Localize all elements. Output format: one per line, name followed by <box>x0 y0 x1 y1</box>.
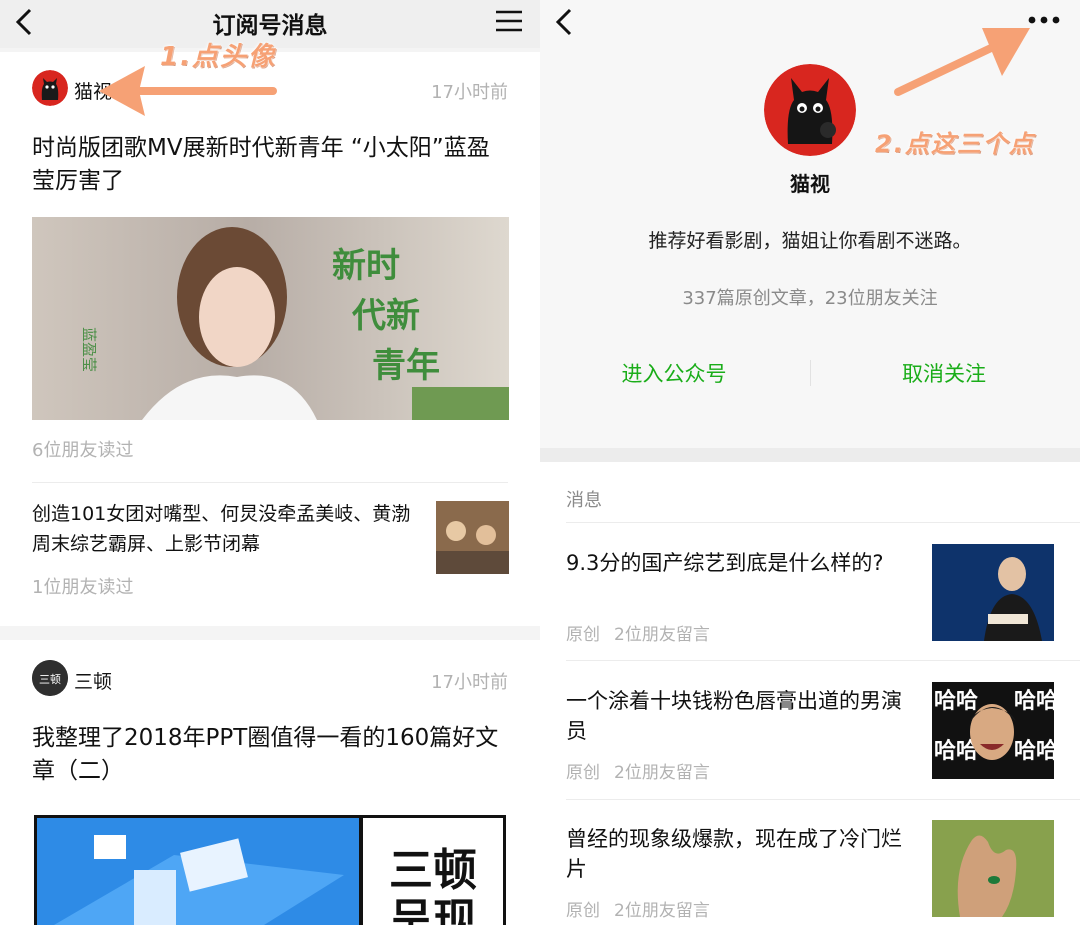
divider <box>566 660 1080 661</box>
svg-text:青年: 青年 <box>372 346 440 386</box>
divider <box>566 522 1080 523</box>
message-thumbnail[interactable]: 哈哈 哈哈 哈哈 哈哈 <box>932 682 1054 779</box>
original-tag: 原创 <box>566 901 600 921</box>
message-meta: 原创 2位朋友留言 <box>566 758 724 783</box>
post-time: 17小时前 <box>431 672 508 693</box>
article-cover-image[interactable]: 新时 代新 青年 蓝盈莹 <box>32 217 509 420</box>
action-separator <box>810 360 811 386</box>
page-title: 订阅号消息 <box>212 13 328 39</box>
account-stats: 337篇原创文章，23位朋友关注 <box>682 288 938 309</box>
sub-article-title[interactable]: 创造101女团对嘴型、何炅没牵孟美岐、黄渤周末综艺霸屏、上影节闭幕 <box>32 499 412 559</box>
article-headline[interactable]: 时尚版团歌MV展新时代新青年 “小太阳”蓝盈莹厉害了 <box>32 132 512 198</box>
divider <box>32 482 508 483</box>
account-name[interactable]: 三顿 <box>74 667 112 694</box>
menu-icon[interactable] <box>494 8 524 34</box>
message-card-sandun: 三顿 三顿 17小时前 我整理了2018年PPT圈值得一看的160篇好文章（二）… <box>0 640 540 925</box>
account-name: 猫视 <box>790 172 830 196</box>
cover-overlay-text: 新时 <box>332 246 400 286</box>
message-meta: 原创 2位朋友留言 <box>566 620 724 645</box>
comment-count: 2位朋友留言 <box>614 763 710 783</box>
cover-brand-text-2: 呈现 <box>389 895 477 925</box>
avatar-text: 三顿 <box>39 672 61 686</box>
messages-section-label: 消息 <box>566 490 602 511</box>
profile-avatar <box>764 64 856 156</box>
sub-read-count: 1位朋友读过 <box>32 577 134 598</box>
annotation-arrow-2 <box>894 28 1030 96</box>
account-avatar[interactable]: 三顿 <box>32 660 68 696</box>
divider <box>566 799 1080 800</box>
account-description: 推荐好看影剧，猫姐让你看剧不迷路。 <box>648 230 972 252</box>
comment-count: 2位朋友留言 <box>614 901 710 921</box>
thumb-text-right: 哈哈 <box>1014 688 1054 714</box>
back-icon[interactable] <box>548 4 584 40</box>
message-title[interactable]: 曾经的现象级爆款，现在成了冷门烂片 <box>566 824 916 884</box>
annotation-step-1: 1.点头像 <box>160 42 276 72</box>
thumb-text-left: 哈哈 <box>934 688 978 714</box>
original-tag: 原创 <box>566 763 600 783</box>
sub-article-thumbnail[interactable] <box>436 501 509 574</box>
enter-account-button[interactable]: 进入公众号 <box>574 358 774 388</box>
message-card-maoshi: 猫视 17小时前 时尚版团歌MV展新时代新青年 “小太阳”蓝盈莹厉害了 新时 代… <box>0 52 540 626</box>
message-meta: 原创 2位朋友留言 <box>566 896 724 921</box>
section-gap <box>540 448 1080 462</box>
annotation-step-2: 2.点这三个点 <box>875 130 1035 158</box>
account-avatar[interactable] <box>32 70 68 106</box>
cover-side-text: 蓝盈莹 <box>80 327 98 372</box>
article-headline[interactable]: 我整理了2018年PPT圈值得一看的160篇好文章（二） <box>32 722 512 788</box>
thumb-text-left-2: 哈哈 <box>934 738 978 764</box>
cover-brand-text: 三顿 <box>389 845 477 896</box>
thumb-text-right-2: 哈哈 <box>1014 738 1054 764</box>
account-row: 三顿 三顿 17小时前 <box>32 658 508 698</box>
message-thumbnail[interactable] <box>932 820 1054 917</box>
subscription-messages-screen: 订阅号消息 猫视 17小时前 时尚版团歌MV展新时代新青年 “小太阳”蓝盈莹厉害… <box>0 0 540 925</box>
post-time: 17小时前 <box>431 82 508 103</box>
original-tag: 原创 <box>566 625 600 645</box>
comment-count: 2位朋友留言 <box>614 625 710 645</box>
read-count: 6位朋友读过 <box>32 440 134 461</box>
message-title[interactable]: 一个涂着十块钱粉色唇膏出道的男演员 <box>566 686 916 746</box>
article-cover-image[interactable]: 三顿 呈现 <box>34 815 506 925</box>
message-thumbnail[interactable] <box>932 544 1054 641</box>
svg-text:代新: 代新 <box>351 296 420 336</box>
unfollow-button[interactable]: 取消关注 <box>844 358 1044 388</box>
message-title[interactable]: 9.3分的国产综艺到底是什么样的? <box>566 548 916 578</box>
